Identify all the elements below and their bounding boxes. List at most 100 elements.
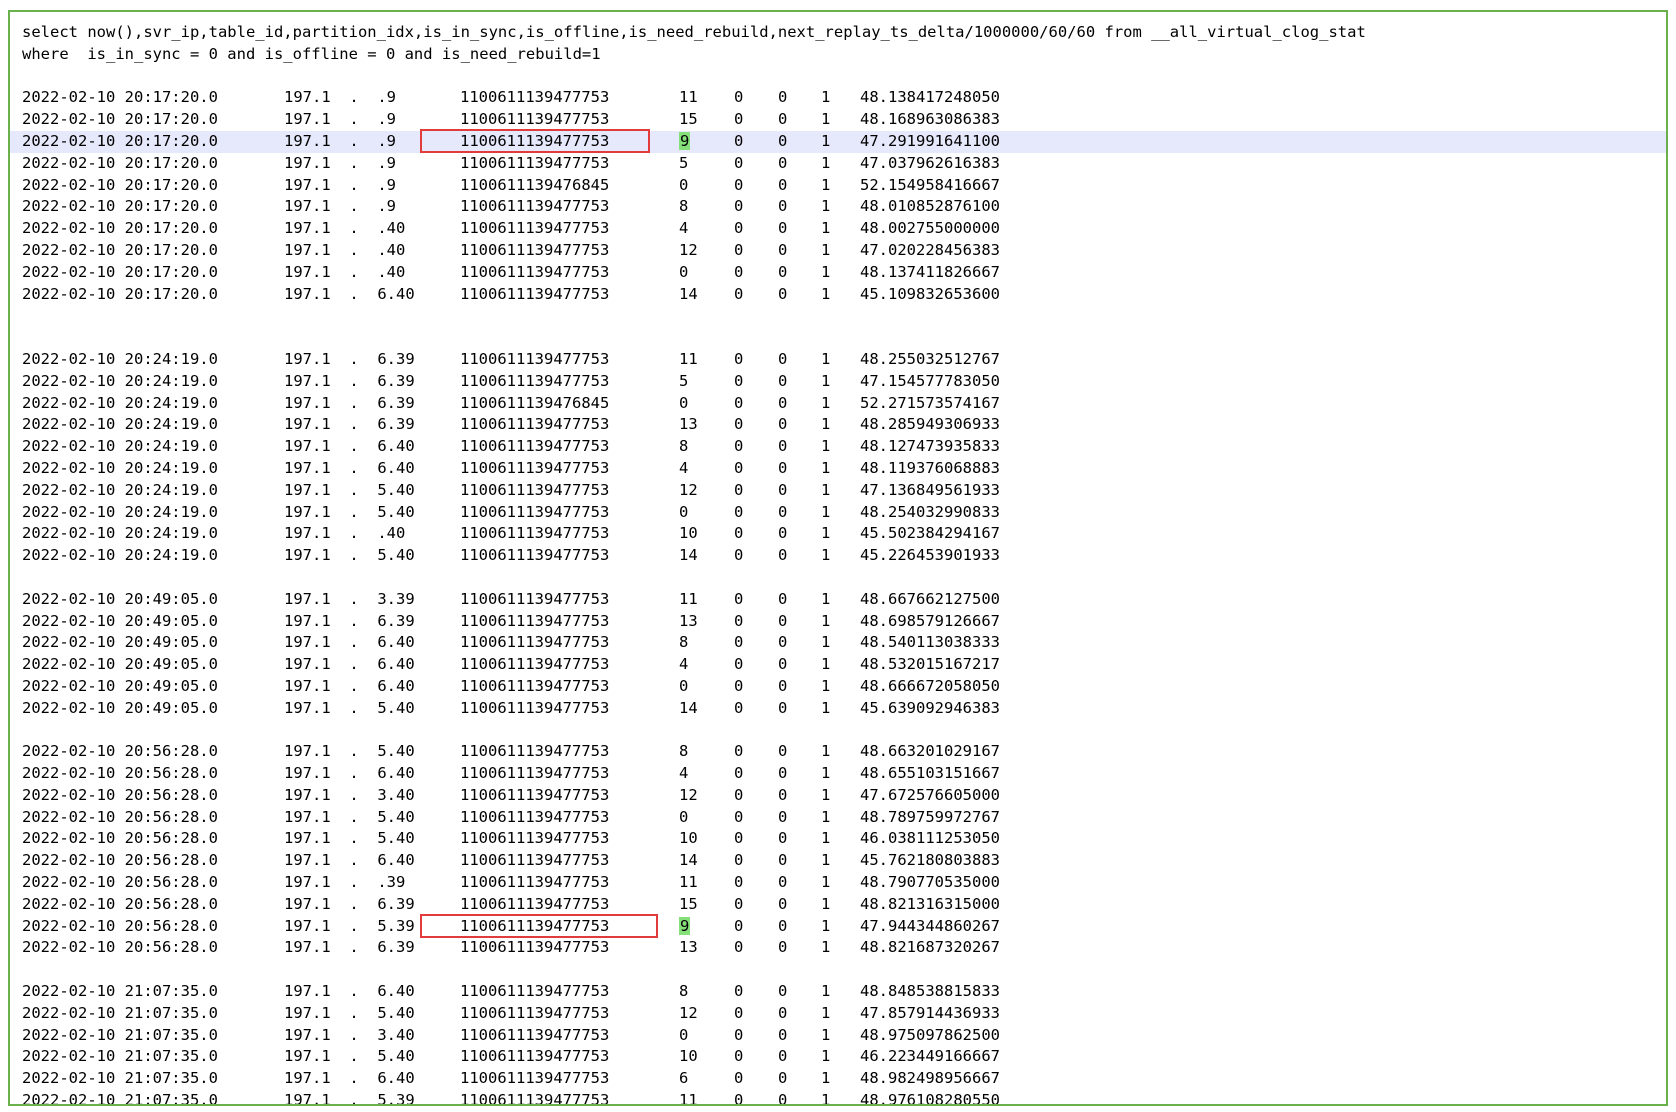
partition-idx-cell: 12: [679, 1003, 698, 1022]
is-need-rebuild-cell: 1: [821, 480, 831, 499]
is-in-sync-cell: 0: [734, 153, 744, 172]
table-id-cell: 1100611139477753: [460, 1091, 610, 1106]
result-row: 2022-02-10 20:56:28.0 197.1 . 5.40 1100611…: [22, 828, 1666, 850]
timestamp-cell: 2022-02-10 20:24:19.0: [22, 524, 218, 543]
partition-idx-cell: 9: [679, 916, 691, 935]
replay-delta-cell: 45.639092946383: [860, 698, 1000, 717]
partition-idx-cell: 14: [679, 851, 698, 870]
is-offline-cell: 0: [778, 197, 788, 216]
replay-delta-cell: 47.291991641100: [860, 131, 1000, 150]
server-ip-cell: 197.1 . 6.39: [284, 349, 415, 368]
timestamp-cell: 2022-02-10 21:07:35.0: [22, 1091, 218, 1106]
is-offline-cell: 0: [778, 764, 788, 783]
partition-idx-cell: 5: [679, 371, 689, 390]
is-offline-cell: 0: [778, 349, 788, 368]
replay-delta-cell: 47.154577783050: [860, 371, 1000, 390]
is-need-rebuild-cell: 1: [821, 415, 831, 434]
is-in-sync-cell: 0: [734, 589, 744, 608]
is-in-sync-cell: 0: [734, 742, 744, 761]
timestamp-cell: 2022-02-10 20:49:05.0: [22, 611, 218, 630]
is-need-rebuild-cell: 1: [821, 829, 831, 848]
result-row: 2022-02-10 21:07:35.0 197.1 . 3.40 1100611…: [22, 1025, 1666, 1047]
table-id-cell: 1100611139477753: [460, 262, 610, 281]
result-row: 2022-02-10 20:24:19.0 197.1 . 6.39 1100611…: [22, 349, 1666, 371]
partition-idx-cell: 0: [679, 262, 689, 281]
is-offline-cell: 0: [778, 894, 788, 913]
text-editor[interactable]: select now(),svr_ip,table_id,partition_i…: [10, 22, 1666, 1106]
is-in-sync-cell: 0: [734, 1091, 744, 1106]
server-ip-cell: 197.1 . 6.39: [284, 393, 415, 412]
partition-idx-cell: 13: [679, 611, 698, 630]
is-in-sync-cell: 0: [734, 219, 744, 238]
is-offline-cell: 0: [778, 742, 788, 761]
replay-delta-cell: 48.655103151667: [860, 764, 1000, 783]
timestamp-cell: 2022-02-10 20:56:28.0: [22, 785, 218, 804]
is-offline-cell: 0: [778, 1047, 788, 1066]
replay-delta-cell: 48.002755000000: [860, 219, 1000, 238]
result-row: 2022-02-10 20:49:05.0 197.1 . 6.40 1100611…: [22, 654, 1666, 676]
server-ip-cell: 197.1 . 5.40: [284, 480, 415, 499]
is-in-sync-cell: 0: [734, 284, 744, 303]
timestamp-cell: 2022-02-10 20:17:20.0: [22, 197, 218, 216]
server-ip-cell: 197.1 . .9: [284, 175, 396, 194]
server-ip-cell: 197.1 . .40: [284, 240, 406, 259]
result-row: 2022-02-10 20:24:19.0 197.1 . 6.40 1100611…: [22, 436, 1666, 458]
replay-delta-cell: 48.821316315000: [860, 894, 1000, 913]
server-ip-cell: 197.1 . 5.39: [284, 1091, 415, 1106]
replay-delta-cell: 48.137411826667: [860, 262, 1000, 281]
table-id-cell: 1100611139477753: [460, 611, 610, 630]
server-ip-cell: 197.1 . 5.39: [284, 916, 415, 935]
table-id-cell: 1100611139477753: [460, 676, 610, 695]
is-offline-cell: 0: [778, 982, 788, 1001]
is-offline-cell: 0: [778, 938, 788, 957]
result-row: 2022-02-10 20:17:20.0 197.1 . .40 11006111…: [22, 218, 1666, 240]
result-row: 2022-02-10 20:24:19.0 197.1 . 5.40 1100611…: [22, 545, 1666, 567]
partition-idx-cell: 10: [679, 1047, 698, 1066]
result-row: 2022-02-10 20:17:20.0 197.1 . .9 110061113…: [22, 175, 1666, 197]
is-offline-cell: 0: [778, 1091, 788, 1106]
timestamp-cell: 2022-02-10 20:24:19.0: [22, 371, 218, 390]
table-id-cell: 1100611139477753: [460, 785, 610, 804]
is-need-rebuild-cell: 1: [821, 458, 831, 477]
partition-idx-cell: 10: [679, 829, 698, 848]
partition-idx-cell: 9: [679, 131, 691, 150]
server-ip-cell: 197.1 . .9: [284, 153, 396, 172]
is-need-rebuild-cell: 1: [821, 262, 831, 281]
partition-idx-cell: 0: [679, 807, 689, 826]
is-in-sync-cell: 0: [734, 197, 744, 216]
timestamp-cell: 2022-02-10 20:49:05.0: [22, 633, 218, 652]
is-in-sync-cell: 0: [734, 88, 744, 107]
table-id-cell: 1100611139477753: [460, 415, 610, 434]
result-row: 2022-02-10 20:24:19.0 197.1 . 5.40 1100611…: [22, 502, 1666, 524]
table-id-cell: 1100611139477753: [460, 1025, 610, 1044]
is-need-rebuild-cell: 1: [821, 633, 831, 652]
is-in-sync-cell: 0: [734, 262, 744, 281]
timestamp-cell: 2022-02-10 20:17:20.0: [22, 131, 218, 150]
is-need-rebuild-cell: 1: [821, 546, 831, 565]
is-need-rebuild-cell: 1: [821, 240, 831, 259]
partition-idx-cell: 12: [679, 785, 698, 804]
is-in-sync-cell: 0: [734, 764, 744, 783]
is-in-sync-cell: 0: [734, 851, 744, 870]
table-id-cell: 1100611139477753: [460, 502, 610, 521]
is-in-sync-cell: 0: [734, 524, 744, 543]
replay-delta-cell: 48.138417248050: [860, 88, 1000, 107]
timestamp-cell: 2022-02-10 20:17:20.0: [22, 88, 218, 107]
table-id-cell: 1100611139477753: [460, 698, 610, 717]
result-row: 2022-02-10 20:56:28.0 197.1 . 5.40 1100611…: [22, 741, 1666, 763]
partition-idx-cell: 13: [679, 415, 698, 434]
is-in-sync-cell: 0: [734, 611, 744, 630]
is-offline-cell: 0: [778, 829, 788, 848]
table-id-cell: 1100611139477753: [460, 197, 610, 216]
result-row: 2022-02-10 20:17:20.0 197.1 . .9 110061113…: [10, 128, 1666, 153]
replay-delta-cell: 48.848538815833: [860, 982, 1000, 1001]
server-ip-cell: 197.1 . 3.39: [284, 589, 415, 608]
is-need-rebuild-cell: 1: [821, 1003, 831, 1022]
partition-idx-cell: 13: [679, 938, 698, 957]
is-in-sync-cell: 0: [734, 480, 744, 499]
replay-delta-cell: 48.789759972767: [860, 807, 1000, 826]
timestamp-cell: 2022-02-10 20:56:28.0: [22, 742, 218, 761]
partition-idx-cell: 4: [679, 219, 689, 238]
